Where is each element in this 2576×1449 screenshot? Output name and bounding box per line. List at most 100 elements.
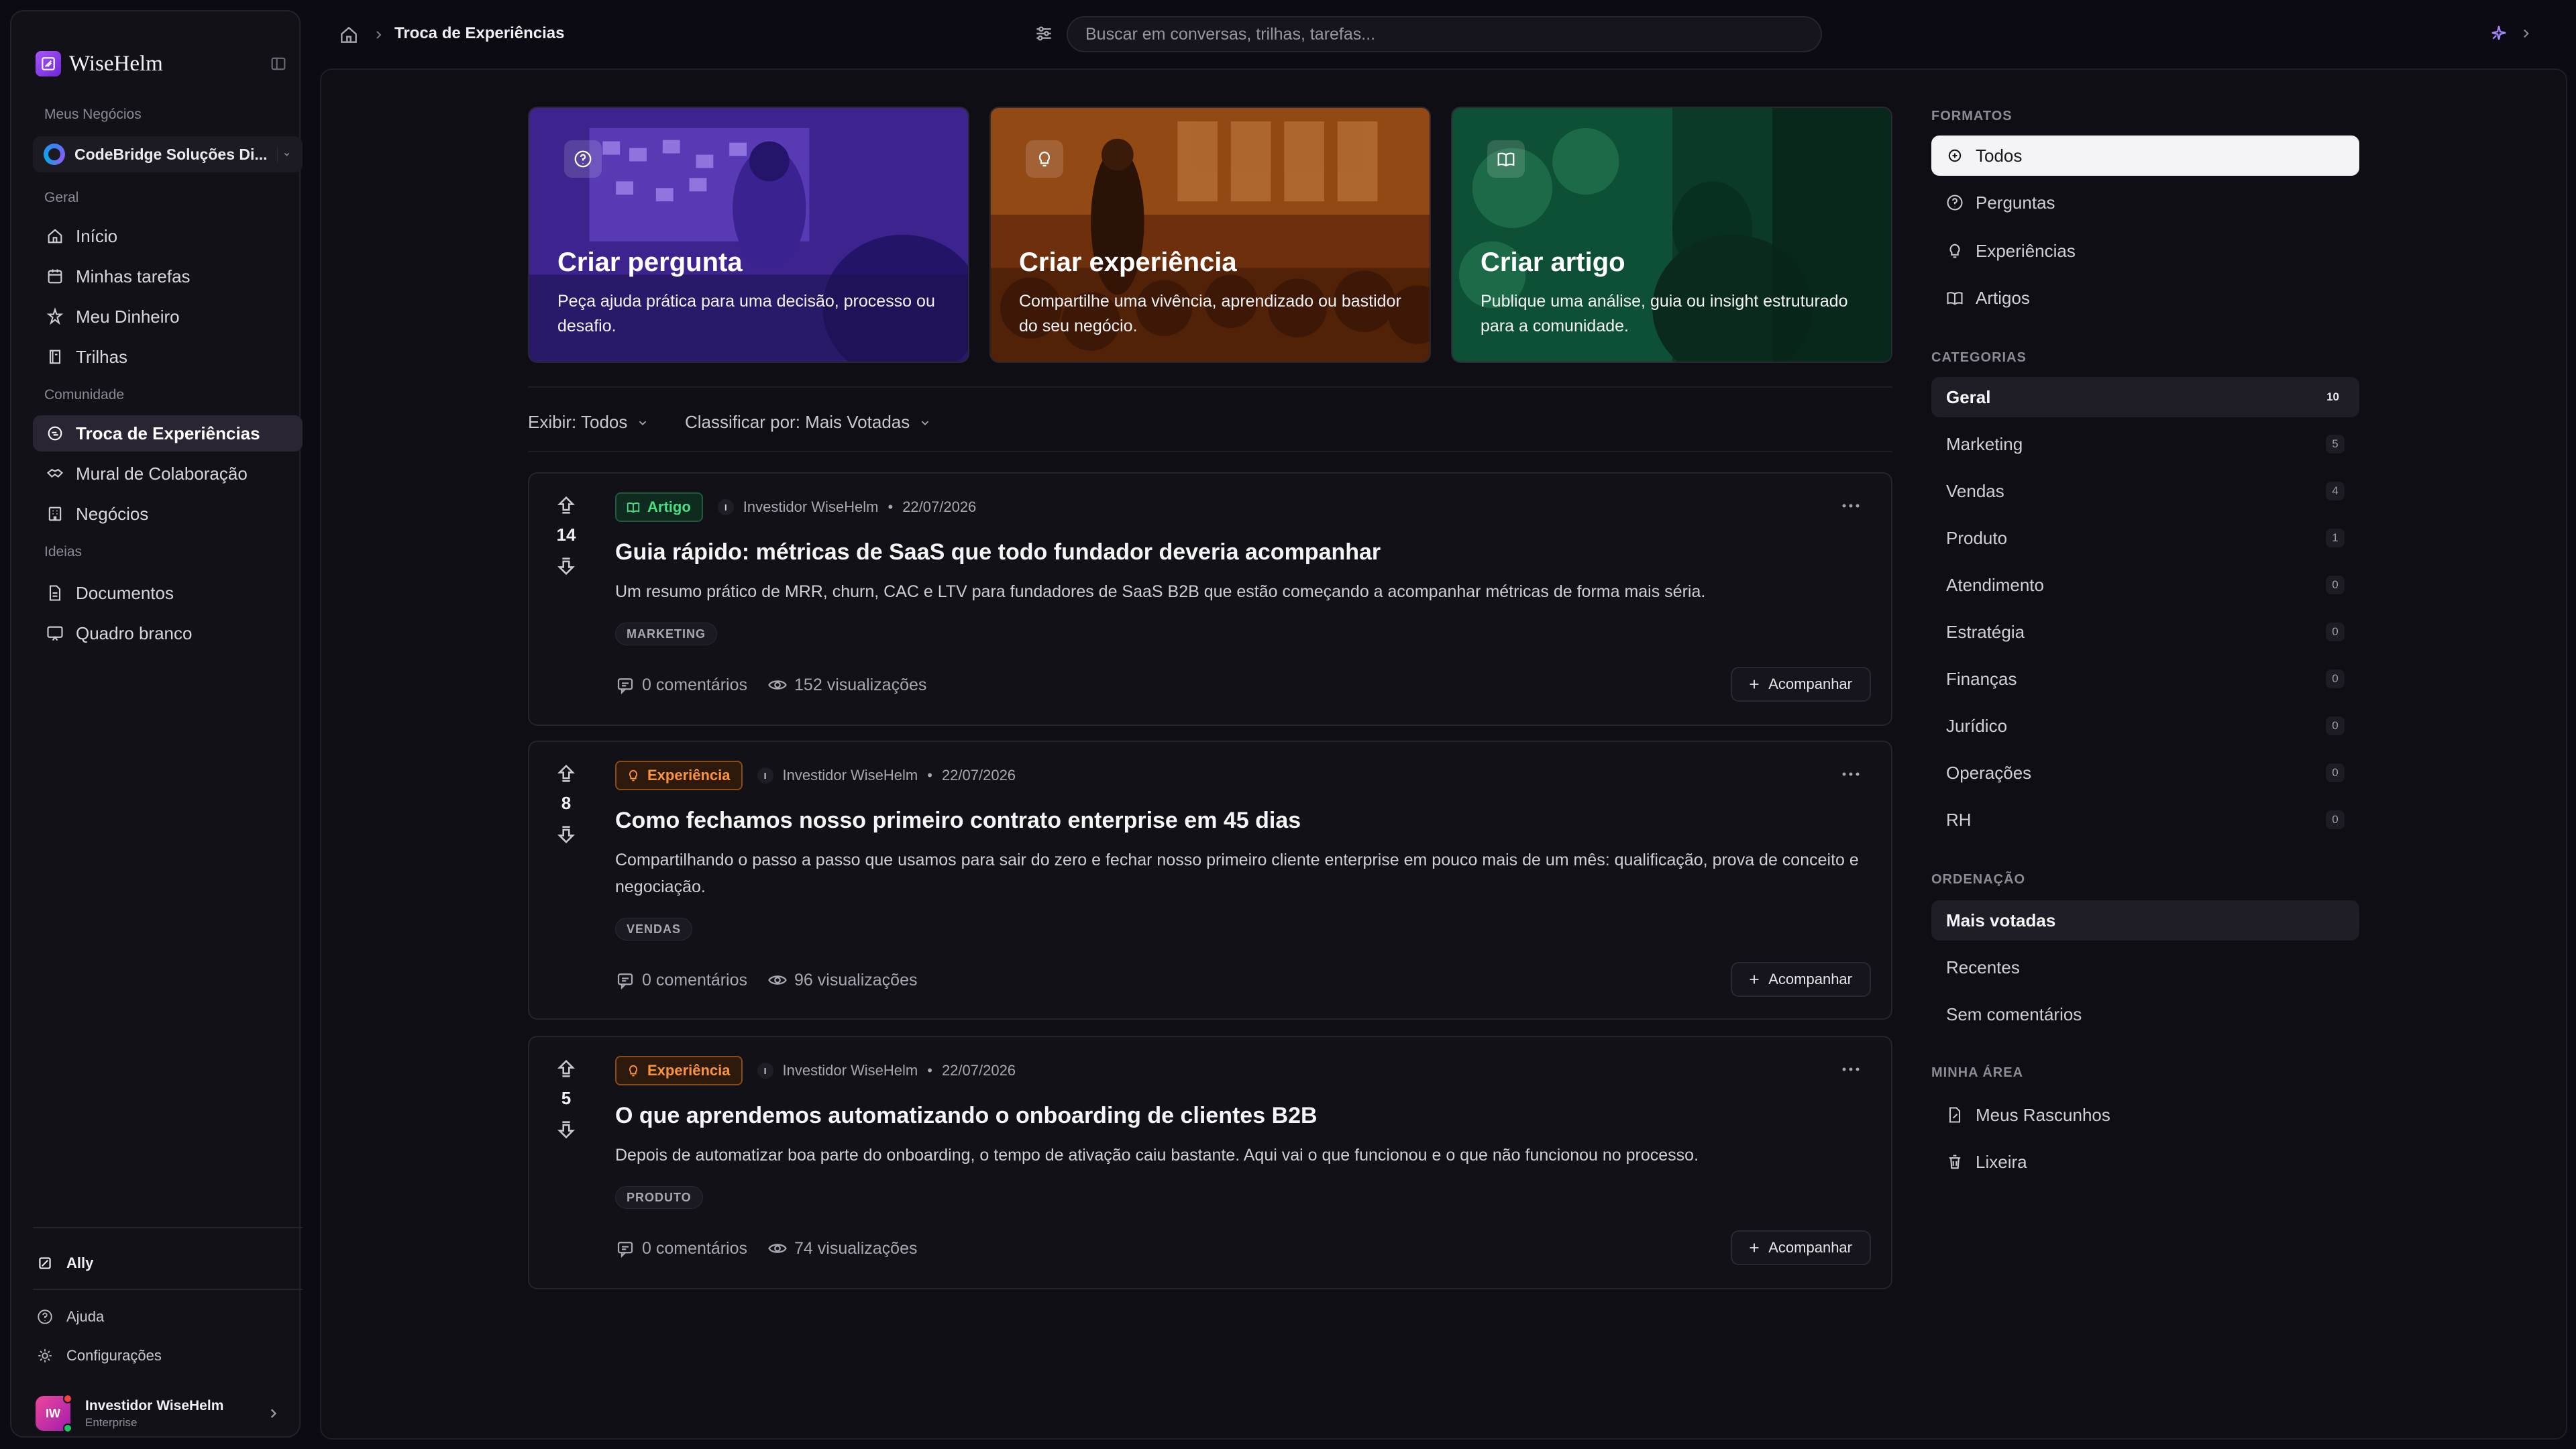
upvote-arrow-icon[interactable] xyxy=(555,1057,578,1080)
home-icon[interactable] xyxy=(338,24,360,46)
post-card[interactable]: 5 Experiência I Investidor WiseHelm • 22… xyxy=(528,1036,1892,1289)
create-experience-card[interactable]: Criar experiência Compartilhe uma vivênc… xyxy=(989,107,1431,363)
follow-button[interactable]: Acompanhar xyxy=(1731,667,1871,702)
format-perguntas[interactable]: Perguntas xyxy=(1931,182,2359,223)
formats-heading: FORMATOS xyxy=(1931,109,2012,123)
show-filter-dropdown[interactable]: Exibir: Todos xyxy=(528,412,650,433)
chevron-right-icon xyxy=(270,1409,277,1418)
more-options-icon[interactable] xyxy=(1839,766,1863,782)
format-todos[interactable]: Todos xyxy=(1931,136,2359,176)
vote-count: 8 xyxy=(561,793,572,813)
post-card[interactable]: 8 Experiência I Investidor WiseHelm • 22… xyxy=(528,741,1892,1020)
post-author[interactable]: Investidor WiseHelm xyxy=(783,1062,918,1079)
settings-label: Configurações xyxy=(66,1347,162,1364)
downvote-arrow-icon[interactable] xyxy=(555,555,578,578)
create-article-card[interactable]: Criar artigo Publique uma análise, guia … xyxy=(1451,107,1892,363)
category-vendas[interactable]: Vendas 4 xyxy=(1931,471,2359,511)
document-icon xyxy=(45,583,65,603)
views-stat: 74 visualizações xyxy=(767,1238,917,1258)
sidebar-item-troca-experiencias[interactable]: Troca de Experiências xyxy=(33,415,303,451)
sidebar-item-mural[interactable]: Mural de Colaboração xyxy=(33,455,303,492)
category-label: Atendimento xyxy=(1946,574,2044,595)
category-count: 0 xyxy=(2326,763,2345,782)
category-tag[interactable]: PRODUTO xyxy=(615,1186,703,1209)
category-rh[interactable]: RH 0 xyxy=(1931,800,2359,840)
sidebar-item-tarefas[interactable]: Minhas tarefas xyxy=(33,258,303,294)
sidebar-item-quadro-branco[interactable]: Quadro branco xyxy=(33,615,303,651)
category-count: 0 xyxy=(2326,669,2345,688)
sidebar-item-label: Quadro branco xyxy=(76,623,193,643)
my-area-label: Meus Rascunhos xyxy=(1976,1104,2110,1125)
category-juridico[interactable]: Jurídico 0 xyxy=(1931,706,2359,746)
comment-icon xyxy=(617,678,633,694)
create-question-card[interactable]: Criar pergunta Peça ajuda prática para u… xyxy=(528,107,969,363)
format-label: Experiências xyxy=(1976,240,2076,261)
sliders-icon[interactable] xyxy=(1033,23,1055,44)
category-label: Geral xyxy=(1946,386,1991,407)
category-marketing[interactable]: Marketing 5 xyxy=(1931,424,2359,464)
ai-sparkle-icon[interactable] xyxy=(2489,23,2509,43)
sidebar-item-label: Documentos xyxy=(76,582,174,603)
trash-link[interactable]: Lixeira xyxy=(1931,1142,2359,1182)
format-experiencias[interactable]: Experiências xyxy=(1931,231,2359,271)
category-geral[interactable]: Geral 10 xyxy=(1931,377,2359,417)
lightbulb-icon xyxy=(629,769,637,782)
more-options-icon[interactable] xyxy=(1839,1061,1863,1077)
upvote-arrow-icon[interactable] xyxy=(555,762,578,785)
sidebar-divider xyxy=(33,1227,303,1228)
category-label: Estratégia xyxy=(1946,621,2025,642)
sort-recentes[interactable]: Recentes xyxy=(1931,947,2359,987)
category-operacoes[interactable]: Operações 0 xyxy=(1931,753,2359,793)
comments-link[interactable]: 0 comentários xyxy=(615,970,747,990)
sidebar-item-trilhas[interactable]: Trilhas xyxy=(33,339,303,375)
ally-button[interactable]: Ally xyxy=(36,1254,93,1273)
category-produto[interactable]: Produto 1 xyxy=(1931,518,2359,558)
upvote-arrow-icon[interactable] xyxy=(555,494,578,517)
post-author[interactable]: Investidor WiseHelm xyxy=(743,498,879,516)
hero-description: Publique uma análise, guia ou insight es… xyxy=(1481,292,1848,335)
category-tag[interactable]: MARKETING xyxy=(615,623,717,645)
sidebar-item-dinheiro[interactable]: Meu Dinheiro xyxy=(33,299,303,335)
category-atendimento[interactable]: Atendimento 0 xyxy=(1931,565,2359,605)
help-button[interactable]: Ajuda xyxy=(36,1307,104,1326)
downvote-arrow-icon[interactable] xyxy=(555,823,578,846)
sidebar-item-negocios[interactable]: Negócios xyxy=(33,496,303,532)
comments-link[interactable]: 0 comentários xyxy=(615,675,747,695)
sort-mais-votadas[interactable]: Mais votadas xyxy=(1931,900,2359,941)
sort-label: Sem comentários xyxy=(1946,1004,2082,1024)
format-artigos[interactable]: Artigos xyxy=(1931,278,2359,318)
vote-control: 14 xyxy=(549,494,583,578)
category-tag[interactable]: VENDAS xyxy=(615,918,693,941)
downvote-arrow-icon[interactable] xyxy=(555,1118,578,1141)
post-stats: 0 comentários 96 visualizações xyxy=(615,970,917,990)
vote-control: 5 xyxy=(549,1057,583,1141)
sidebar-collapse-icon[interactable] xyxy=(269,54,288,73)
category-financas[interactable]: Finanças 0 xyxy=(1931,659,2359,699)
post-title[interactable]: Guia rápido: métricas de SaaS que todo f… xyxy=(615,539,1381,566)
plus-icon xyxy=(1750,1243,1759,1252)
chevron-right-icon[interactable] xyxy=(2517,24,2534,43)
sidebar-item-documentos[interactable]: Documentos xyxy=(33,575,303,611)
type-badge-label: Experiência xyxy=(647,767,731,784)
online-status-dot xyxy=(63,1424,72,1433)
post-author[interactable]: Investidor WiseHelm xyxy=(783,767,918,784)
settings-button[interactable]: Configurações xyxy=(36,1346,162,1365)
sort-filter-dropdown[interactable]: Classificar por: Mais Votadas xyxy=(685,412,932,433)
post-title[interactable]: O que aprendemos automatizando o onboard… xyxy=(615,1103,1318,1129)
post-card[interactable]: 14 Artigo I Investidor WiseHelm • 22/07/… xyxy=(528,472,1892,726)
my-drafts-link[interactable]: Meus Rascunhos xyxy=(1931,1095,2359,1135)
business-switcher[interactable]: CodeBridge Soluções Di... xyxy=(33,136,303,172)
follow-button[interactable]: Acompanhar xyxy=(1731,962,1871,997)
search-input[interactable] xyxy=(1068,17,1821,51)
more-options-icon[interactable] xyxy=(1839,498,1863,514)
sidebar-item-inicio[interactable]: Início xyxy=(33,218,303,254)
category-estrategia[interactable]: Estratégia 0 xyxy=(1931,612,2359,652)
category-count: 0 xyxy=(2326,716,2345,735)
comments-link[interactable]: 0 comentários xyxy=(615,1238,747,1258)
follow-button[interactable]: Acompanhar xyxy=(1731,1230,1871,1265)
post-title[interactable]: Como fechamos nosso primeiro contrato en… xyxy=(615,808,1301,834)
comments-count: 0 comentários xyxy=(642,970,748,989)
sort-sem-comentarios[interactable]: Sem comentários xyxy=(1931,994,2359,1034)
user-profile[interactable]: IW Investidor WiseHelm Enterprise xyxy=(36,1393,290,1434)
draft-icon xyxy=(1945,1105,1965,1125)
